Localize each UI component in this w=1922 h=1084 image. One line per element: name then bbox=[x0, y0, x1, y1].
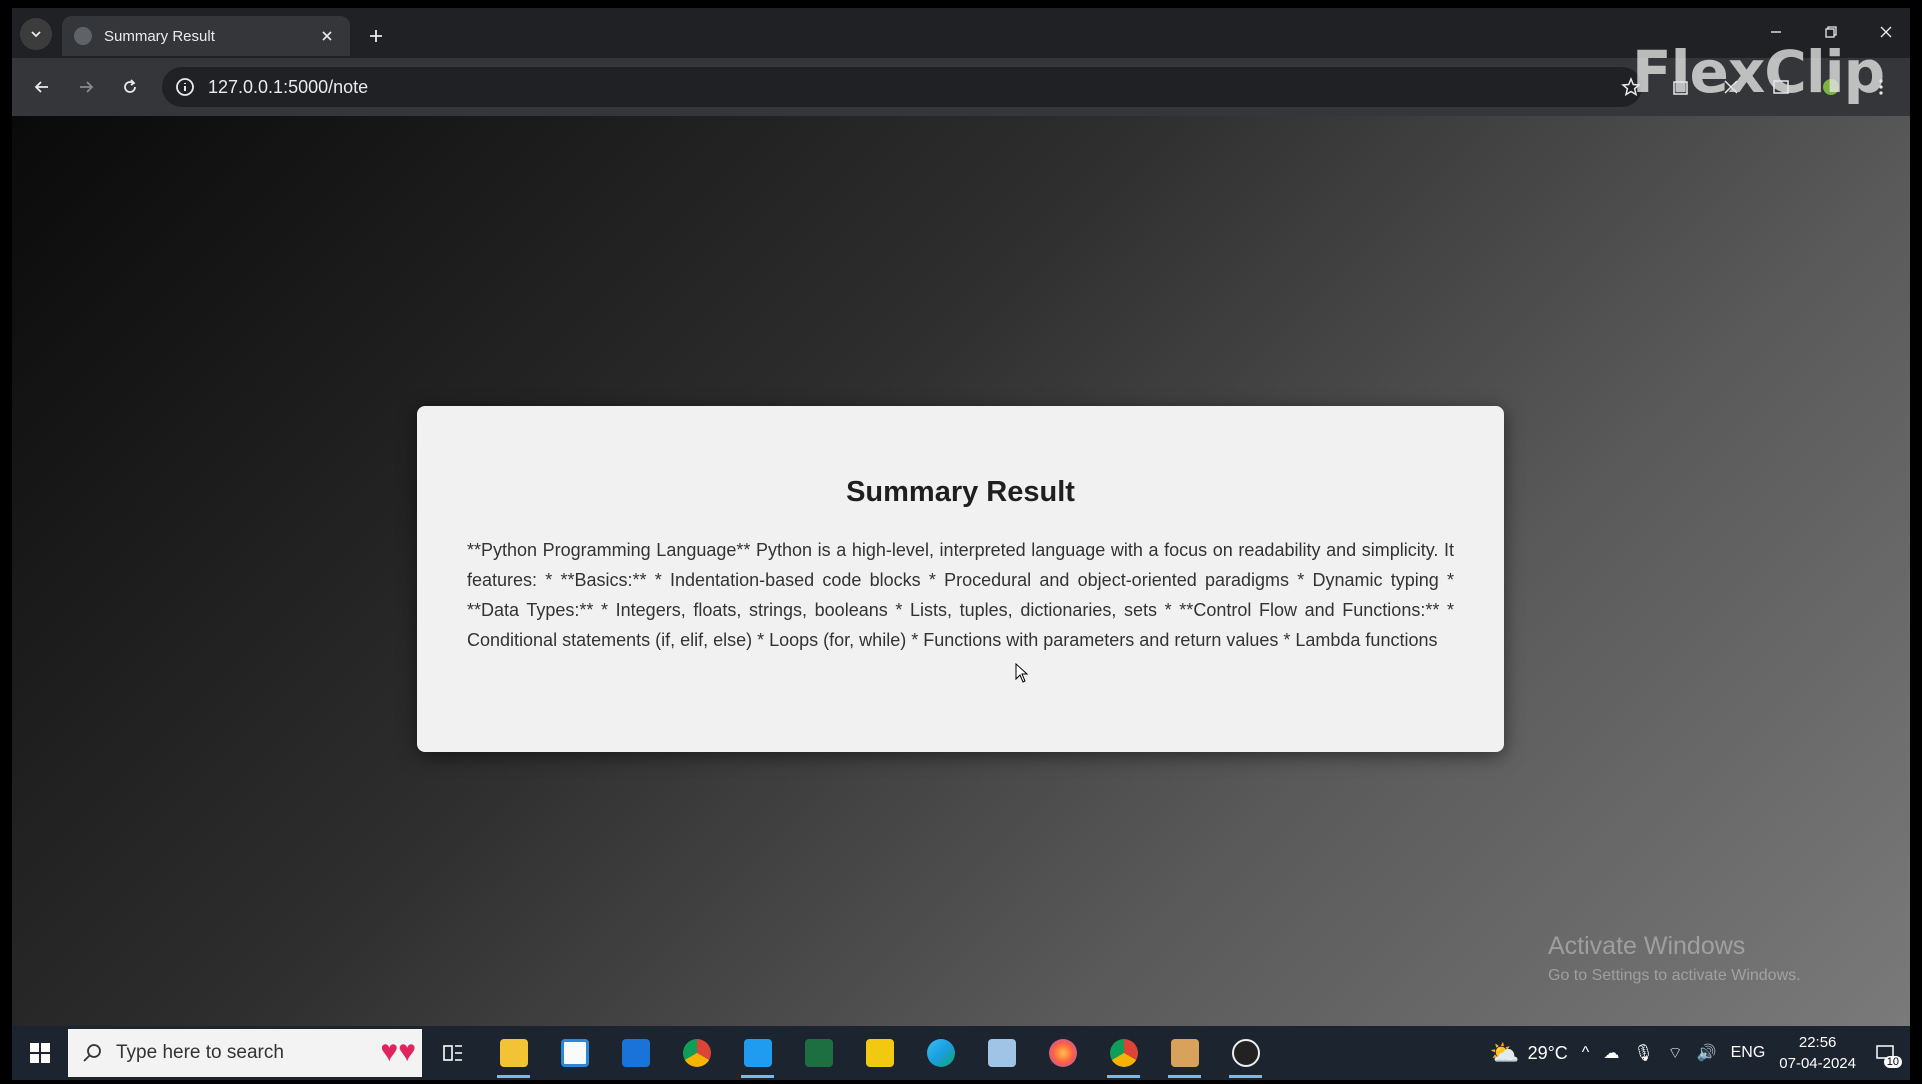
restore-icon bbox=[1825, 26, 1837, 38]
mouse-cursor-icon bbox=[1015, 663, 1029, 683]
chrome-icon bbox=[1109, 1039, 1138, 1067]
weather-cloud-icon: ⛅ bbox=[1489, 1039, 1520, 1067]
activate-windows-notice: Activate Windows Go to Settings to activ… bbox=[1548, 932, 1801, 985]
clock[interactable]: 22:56 07-04-2024 bbox=[1779, 1032, 1856, 1074]
globe-icon bbox=[74, 27, 92, 45]
onedrive-icon[interactable]: ☁ bbox=[1603, 1043, 1619, 1063]
page-title: Summary Result bbox=[846, 476, 1075, 508]
volume-icon[interactable]: 🔊 bbox=[1697, 1043, 1717, 1063]
summary-card: Summary Result **Python Programming Lang… bbox=[417, 406, 1504, 752]
search-highlight-icon: ♥♥ bbox=[380, 1035, 416, 1068]
search-icon bbox=[83, 1044, 101, 1062]
windows-logo-icon bbox=[30, 1043, 50, 1063]
weather-temp: 29°C bbox=[1527, 1042, 1568, 1063]
chevron-up-icon[interactable]: ^ bbox=[1582, 1044, 1590, 1062]
system-tray: ⛅ 29°C ^ ☁ 🎙 ⌔ 🔊 ENG 22:56 07-04-2024 10 bbox=[1490, 1026, 1910, 1080]
activate-title: Activate Windows bbox=[1548, 932, 1746, 960]
package-icon bbox=[1170, 1039, 1199, 1067]
task-view-button[interactable] bbox=[422, 1026, 483, 1080]
store-icon bbox=[560, 1039, 589, 1067]
reload-button[interactable] bbox=[114, 71, 146, 103]
task-view-icon bbox=[442, 1045, 462, 1061]
taskbar-obs[interactable] bbox=[1215, 1026, 1276, 1080]
taskbar-chrome[interactable] bbox=[666, 1026, 727, 1080]
tab-strip: Summary Result bbox=[12, 8, 1910, 58]
new-tab-button[interactable] bbox=[362, 22, 390, 50]
page-viewport: Summary Result **Python Programming Lang… bbox=[12, 116, 1910, 1026]
arrow-left-icon bbox=[34, 81, 48, 93]
edge-icon bbox=[926, 1039, 955, 1067]
taskbar-file-explorer[interactable] bbox=[483, 1026, 544, 1080]
taskbar-notepad[interactable] bbox=[971, 1026, 1032, 1080]
back-button[interactable] bbox=[26, 71, 58, 103]
taskbar-vscode[interactable] bbox=[727, 1026, 788, 1080]
chrome-icon bbox=[682, 1039, 711, 1067]
taskbar-firefox[interactable] bbox=[1032, 1026, 1093, 1080]
folder-icon bbox=[499, 1039, 528, 1067]
taskbar-mail[interactable] bbox=[605, 1026, 666, 1080]
weather-widget[interactable]: ⛅ 29°C bbox=[1490, 1039, 1568, 1068]
forward-button[interactable] bbox=[70, 71, 102, 103]
tab-close-button[interactable] bbox=[316, 25, 338, 47]
firefox-icon bbox=[1048, 1039, 1077, 1067]
search-placeholder: Type here to search bbox=[116, 1042, 284, 1063]
tab-title: Summary Result bbox=[104, 27, 215, 45]
taskbar-edge[interactable] bbox=[910, 1026, 971, 1080]
clock-date: 07-04-2024 bbox=[1779, 1055, 1856, 1072]
wifi-icon[interactable]: ⌔ bbox=[1668, 1043, 1683, 1063]
summary-text: **Python Programming Language** Python i… bbox=[467, 540, 1454, 650]
tab-search-button[interactable] bbox=[20, 18, 52, 50]
close-icon bbox=[1880, 26, 1892, 38]
clock-time: 22:56 bbox=[1798, 1034, 1837, 1051]
plus-icon bbox=[370, 30, 382, 42]
activate-subtitle: Go to Settings to activate Windows. bbox=[1548, 967, 1801, 984]
vscode-icon bbox=[743, 1039, 772, 1067]
info-icon[interactable] bbox=[174, 76, 196, 98]
mail-icon bbox=[621, 1039, 650, 1067]
power-bi-icon bbox=[865, 1039, 894, 1067]
notepad-icon bbox=[987, 1039, 1016, 1067]
taskbar: Type here to search ♥♥ ⛅ 29°C ^ ☁ 🎙 ⌔ 🔊 bbox=[12, 1026, 1910, 1080]
close-icon bbox=[322, 31, 332, 41]
arrow-right-icon bbox=[80, 81, 94, 93]
microphone-icon[interactable]: 🎙 bbox=[1633, 1043, 1653, 1063]
language-indicator[interactable]: ENG bbox=[1731, 1044, 1766, 1062]
browser-toolbar: 127.0.0.1:5000/note bbox=[12, 58, 1910, 116]
notification-count: 10 bbox=[1883, 1056, 1902, 1068]
url-text: 127.0.0.1:5000/note bbox=[208, 76, 369, 97]
taskbar-chrome-active[interactable] bbox=[1093, 1026, 1154, 1080]
taskbar-package[interactable] bbox=[1154, 1026, 1215, 1080]
screen-frame: Summary Result 127.0.0.1:5000/note FlexC… bbox=[12, 8, 1910, 1080]
flexclip-watermark: FlexClip bbox=[1632, 38, 1885, 106]
start-button[interactable] bbox=[12, 1026, 68, 1080]
taskbar-powerbi[interactable] bbox=[849, 1026, 910, 1080]
address-bar[interactable]: 127.0.0.1:5000/note bbox=[162, 67, 1642, 107]
notification-center-button[interactable]: 10 bbox=[1870, 1038, 1902, 1068]
excel-icon bbox=[804, 1039, 833, 1067]
reload-icon bbox=[124, 79, 136, 93]
browser-tab[interactable]: Summary Result bbox=[62, 16, 350, 56]
taskbar-search[interactable]: Type here to search ♥♥ bbox=[68, 1029, 422, 1077]
taskbar-excel[interactable] bbox=[788, 1026, 849, 1080]
taskbar-store[interactable] bbox=[544, 1026, 605, 1080]
chevron-down-icon bbox=[31, 31, 41, 38]
obs-icon bbox=[1231, 1039, 1260, 1067]
minimize-icon bbox=[1771, 31, 1781, 33]
